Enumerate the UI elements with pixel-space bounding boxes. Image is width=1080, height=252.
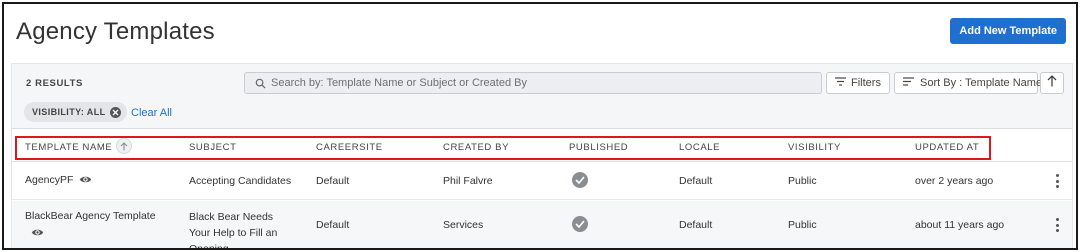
sort-by-select[interactable]: Sort By : Template Name [894,72,1042,94]
column-header-locale[interactable]: LOCALE [679,134,720,162]
template-name: BlackBear Agency Template [25,210,156,222]
table-row[interactable]: BlackBear Agency Template Black Bear Nee… [12,201,1072,250]
eye-icon [79,175,92,184]
column-label: TEMPLATE NAME [25,142,113,153]
created-by-cell: Services [443,219,484,231]
locale-cell: Default [679,219,713,231]
template-name-cell[interactable]: BlackBear Agency Template [25,210,156,237]
clear-all-link[interactable]: Clear All [131,107,172,119]
updated-at-cell: over 2 years ago [915,175,994,187]
created-by-cell: Phil Falvre [443,175,493,187]
visibility-cell: Public [788,175,817,187]
column-header-published[interactable]: PUBLISHED [569,134,628,162]
column-header-template-name[interactable]: TEMPLATE NAME [25,134,133,162]
templates-panel: 2 RESULTS Filters Sort By : Template Nam… [12,64,1072,250]
filter-chip-label: VISIBILITY: ALL [32,107,106,117]
filters-button[interactable]: Filters [826,72,890,94]
kebab-menu-icon[interactable] [1052,217,1062,233]
page-header: Agency Templates Add New Template [4,4,1076,60]
arrow-up-icon[interactable] [116,138,133,155]
kebab-menu-icon[interactable] [1052,173,1062,189]
sort-lines-icon [903,77,914,89]
filters-label: Filters [851,77,881,89]
agency-templates-page: Agency Templates Add New Template 2 RESU… [2,2,1078,250]
close-circle-icon[interactable] [109,106,121,118]
search-input[interactable] [271,73,821,93]
eye-icon [31,228,44,237]
filter-lines-icon [835,77,847,89]
careersite-cell: Default [316,219,350,231]
sort-by-label: Sort By : Template Name [920,77,1043,89]
results-count: 2 RESULTS [26,78,83,89]
careersite-cell: Default [316,175,350,187]
locale-cell: Default [679,175,713,187]
column-header-updated-at[interactable]: UPDATED AT [915,134,979,162]
template-name-cell[interactable]: AgencyPF [25,174,92,186]
page-title: Agency Templates [16,18,215,45]
search-box[interactable] [244,72,822,94]
sort-direction-button[interactable] [1040,72,1064,94]
table-row[interactable]: AgencyPF Accepting Candidates Default Ph… [12,162,1072,200]
add-new-template-button[interactable]: Add New Template [950,18,1066,44]
column-header-visibility[interactable]: VISIBILITY [788,134,841,162]
subject-cell: Accepting Candidates [189,175,292,187]
template-name: AgencyPF [25,174,74,186]
arrow-up-icon [1047,74,1057,92]
toolbar: 2 RESULTS Filters Sort By : Template Nam… [12,64,1072,129]
updated-at-cell: about 11 years ago [915,219,1005,231]
visibility-filter-chip: VISIBILITY: ALL [24,102,127,122]
check-circle-icon [572,216,588,232]
column-header-subject[interactable]: SUBJECT [189,134,236,162]
table-header: TEMPLATE NAME SUBJECT CAREERSITE CREATED… [12,134,1072,162]
visibility-cell: Public [788,219,817,231]
subject-cell: Black Bear Needs Your Help to Fill an Op… [189,211,278,250]
search-icon [249,73,271,93]
check-circle-icon [572,172,588,188]
column-header-careersite[interactable]: CAREERSITE [316,134,383,162]
column-header-created-by[interactable]: CREATED BY [443,134,509,162]
